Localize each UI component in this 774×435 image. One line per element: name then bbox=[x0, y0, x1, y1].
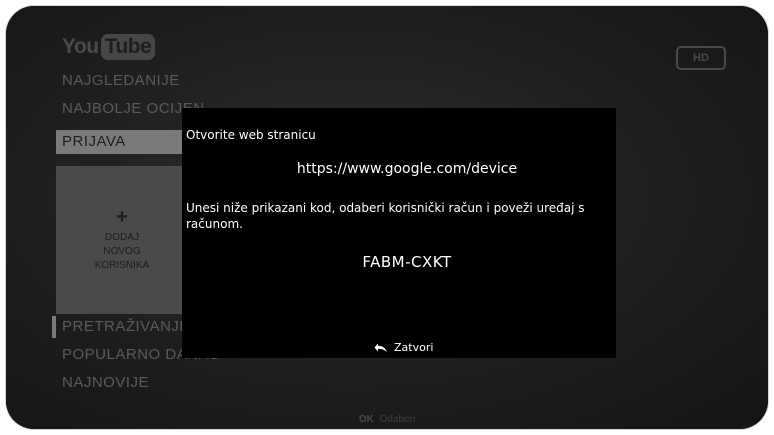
logo-tube: Tube bbox=[100, 34, 156, 60]
back-arrow-icon bbox=[374, 343, 387, 352]
add-user-line-1: DODAJ bbox=[105, 232, 139, 243]
plus-icon: + bbox=[116, 206, 128, 228]
menu-item-pretrazivanje[interactable]: PRETRAŽIVANJE bbox=[62, 318, 190, 335]
scroll-indicator bbox=[52, 316, 56, 338]
add-user-line-3: KORISNIKA bbox=[94, 260, 150, 271]
hd-badge: HD bbox=[676, 46, 726, 70]
add-user-line-2: NOVOG bbox=[103, 246, 141, 257]
dialog-instructions: Unesi niže prikazani kod, odaberi korisn… bbox=[186, 201, 585, 231]
close-button[interactable]: Zatvori bbox=[374, 341, 433, 354]
dialog-title: Otvorite web stranicu bbox=[186, 128, 316, 142]
menu-item-najgledanije[interactable]: NAJGLEDANIJE bbox=[62, 72, 180, 89]
menu-item-prijava[interactable]: PRIJAVA bbox=[56, 130, 186, 154]
logo-you: You bbox=[62, 35, 99, 58]
menu-item-najnovije[interactable]: NAJNOVIJE bbox=[62, 374, 149, 391]
device-url: https://www.google.com/device bbox=[296, 161, 518, 177]
activation-code: FABM-CXKT bbox=[362, 253, 452, 271]
youtube-logo: You Tube bbox=[62, 33, 156, 61]
sign-in-dialog: Otvorite web stranicu https://www.google… bbox=[182, 108, 616, 358]
footer-hint: OK Odaberi bbox=[6, 414, 768, 425]
ok-key: OK bbox=[358, 414, 374, 425]
tv-screen: You Tube HD NAJGLEDANIJE NAJBOLJE OCIJEN… bbox=[6, 6, 768, 429]
add-user-tile[interactable]: + DODAJ NOVOG KORISNIKA bbox=[56, 166, 188, 314]
ok-action: Odaberi bbox=[379, 414, 416, 425]
close-label: Zatvori bbox=[394, 341, 434, 354]
